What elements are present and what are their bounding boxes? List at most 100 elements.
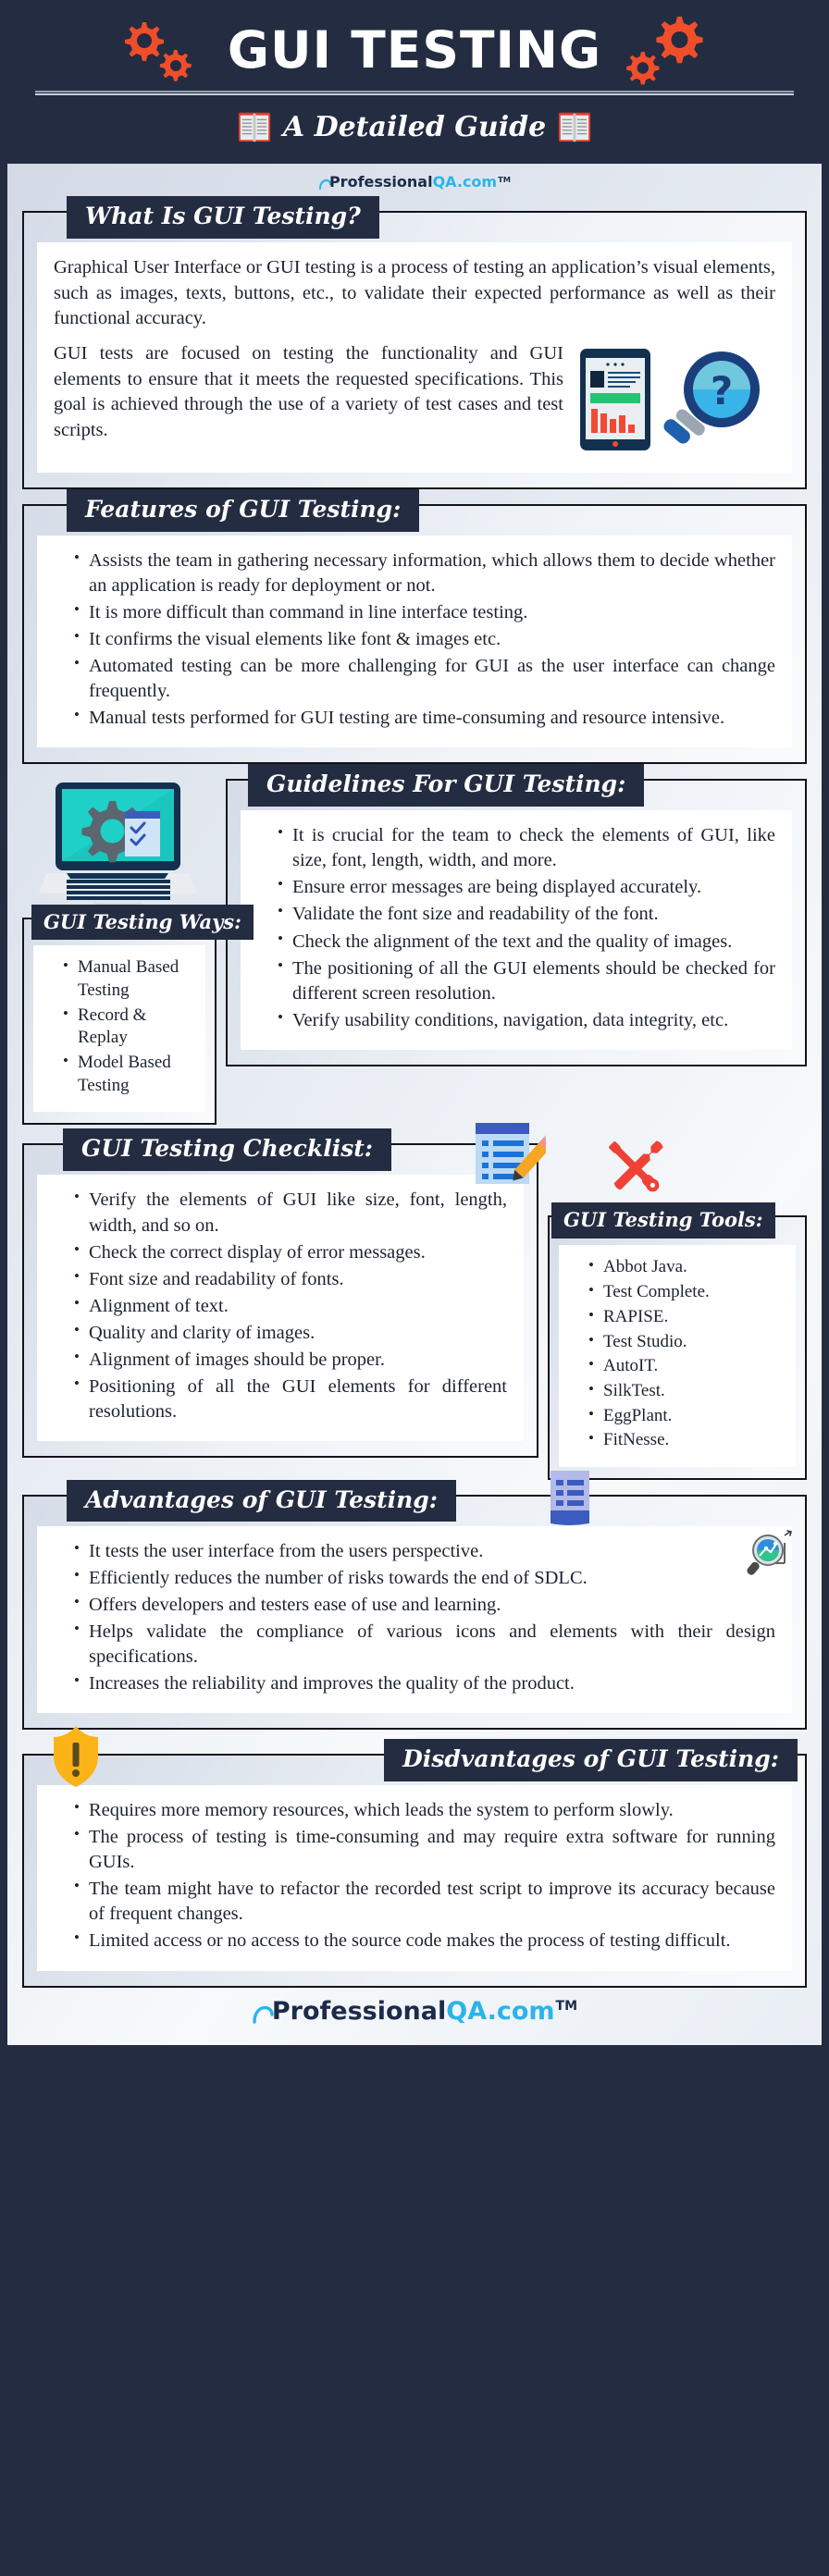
brand-name-dark: Professional bbox=[271, 1996, 447, 2026]
list-item: SilkTest. bbox=[588, 1379, 788, 1403]
tablet-analytics-icon: ? bbox=[580, 349, 760, 451]
section-content: Requires more memory resources, which le… bbox=[37, 1785, 792, 1971]
list-item: Test Studio. bbox=[588, 1330, 788, 1354]
section-frame: Abbot Java. Test Complete. RAPISE. Test … bbox=[548, 1215, 807, 1480]
list-item: Limited access or no access to the sourc… bbox=[74, 1928, 775, 1954]
section-frame: It tests the user interface from the use… bbox=[22, 1494, 807, 1731]
list-item: Quality and clarity of images. bbox=[74, 1320, 507, 1346]
what-is-illustrations: ? bbox=[576, 341, 775, 458]
list-item: Font size and readability of fonts. bbox=[74, 1266, 507, 1292]
svg-text:?: ? bbox=[711, 368, 733, 413]
list-item: Manual tests performed for GUI testing a… bbox=[74, 705, 775, 731]
section-frame: Graphical User Interface or GUI testing … bbox=[22, 211, 807, 490]
section-frame: Verify the elements of GUI like size, fo… bbox=[22, 1143, 538, 1458]
list-item: Alignment of text. bbox=[74, 1293, 507, 1319]
section-tools: GUI Testing Tools: Abbot Java. Test Comp… bbox=[548, 1140, 807, 1480]
list-item: RAPISE. bbox=[588, 1305, 788, 1329]
warning-shield-icon bbox=[52, 1724, 100, 1793]
list-item: Record & Replay bbox=[63, 1004, 198, 1050]
gears-left-decoration bbox=[107, 13, 218, 87]
magnifier-chart-icon bbox=[747, 1530, 792, 1575]
list-item: Validate the font size and readability o… bbox=[278, 901, 775, 927]
list-item: Abbot Java. bbox=[588, 1255, 788, 1279]
section-frame: It is crucial for the team to check the … bbox=[226, 779, 807, 1066]
what-is-flow: GUI tests are focused on testing the fun… bbox=[54, 341, 775, 458]
guidelines-list: It is crucial for the team to check the … bbox=[257, 822, 775, 1032]
list-item: Test Complete. bbox=[588, 1280, 788, 1304]
infographic-page: GUI TESTING A Detailed Guide Professiona… bbox=[0, 0, 829, 2576]
list-item: It is more difficult than command in lin… bbox=[74, 599, 775, 625]
section-advantages: Advantages of GUI Testing: It tests the … bbox=[22, 1470, 807, 1731]
subtitle-row: A Detailed Guide bbox=[0, 103, 829, 151]
advantages-list: It tests the user interface from the use… bbox=[54, 1538, 775, 1696]
gear-icon bbox=[124, 22, 192, 81]
clipboard-pencil-icon bbox=[476, 1123, 555, 1185]
gears-right-decoration bbox=[611, 13, 722, 87]
list-item: Increases the reliability and improves t… bbox=[74, 1670, 775, 1696]
section-content: Graphical User Interface or GUI testing … bbox=[37, 242, 792, 474]
document-list-icon bbox=[551, 1470, 589, 1525]
warning-shield-icon bbox=[54, 1726, 98, 1788]
document-list-icon bbox=[545, 1469, 595, 1531]
section-content: Manual Based Testing Record & Replay Mod… bbox=[33, 945, 205, 1113]
brand-name-cyan: QA.com bbox=[446, 1996, 555, 2026]
header: GUI TESTING A Detailed Guide bbox=[0, 0, 829, 164]
list-item: Assists the team in gathering necessary … bbox=[74, 548, 775, 598]
list-item: The team might have to refactor the reco… bbox=[74, 1876, 775, 1927]
section-title-features: Features of GUI Testing: bbox=[67, 489, 420, 532]
list-item: It is crucial for the team to check the … bbox=[278, 822, 775, 873]
list-item: The process of testing is time-consuming… bbox=[74, 1824, 775, 1875]
list-item: Requires more memory resources, which le… bbox=[74, 1797, 775, 1823]
row-checklist-tools: GUI Testing Checklist: Verify the elemen… bbox=[22, 1123, 807, 1480]
list-item: Check the correct display of error messa… bbox=[74, 1239, 507, 1265]
section-title-what-is: What Is GUI Testing? bbox=[67, 196, 379, 239]
section-content: Assists the team in gathering necessary … bbox=[37, 536, 792, 748]
section-features: Features of GUI Testing: Assists the tea… bbox=[22, 489, 807, 765]
section-content: It is crucial for the team to check the … bbox=[241, 810, 792, 1050]
list-item: The positioning of all the GUI elements … bbox=[278, 955, 775, 1006]
what-is-paragraph-1: Graphical User Interface or GUI testing … bbox=[54, 257, 775, 329]
brand-name-cyan: QA.com bbox=[432, 173, 498, 191]
section-title-ways: GUI Testing Ways: bbox=[31, 905, 254, 941]
checklist-list: Verify the elements of GUI like size, fo… bbox=[54, 1187, 507, 1424]
brand-logo-top: Professional QA.com TM bbox=[17, 171, 812, 196]
list-item: It confirms the visual elements like fon… bbox=[74, 626, 775, 652]
brand-name-dark: Professional bbox=[328, 173, 433, 191]
trademark-mark: TM bbox=[555, 1998, 578, 2014]
list-item: Model Based Testing bbox=[63, 1051, 198, 1097]
section-content: Abbot Java. Test Complete. RAPISE. Test … bbox=[559, 1245, 796, 1467]
what-is-paragraph-2: GUI tests are focused on testing the fun… bbox=[54, 343, 563, 441]
list-item: FitNesse. bbox=[588, 1428, 788, 1452]
ways-list: Manual Based Testing Record & Replay Mod… bbox=[43, 955, 198, 1097]
open-book-icon bbox=[559, 112, 591, 142]
list-item: Check the alignment of the text and the … bbox=[278, 929, 775, 955]
laptop-illustration bbox=[39, 781, 201, 915]
list-item: Positioning of all the GUI elements for … bbox=[74, 1374, 507, 1424]
features-list: Assists the team in gathering necessary … bbox=[54, 548, 775, 731]
section-title-disadvantages: Disdvantages of GUI Testing: bbox=[384, 1739, 798, 1781]
section-title-advantages: Advantages of GUI Testing: bbox=[67, 1479, 457, 1522]
trademark-mark: TM bbox=[498, 175, 512, 184]
section-disadvantages: Disdvantages of GUI Testing: Requires mo… bbox=[22, 1726, 807, 1988]
list-item: AutoIT. bbox=[588, 1354, 788, 1378]
list-item: It tests the user interface from the use… bbox=[74, 1538, 775, 1564]
gear-icon bbox=[626, 17, 703, 85]
section-frame: Requires more memory resources, which le… bbox=[22, 1754, 807, 1988]
row-ways-guidelines: GUI Testing Ways: Manual Based Testing R… bbox=[22, 764, 807, 1126]
page-title: GUI TESTING bbox=[227, 19, 602, 80]
list-item: Verify the elements of GUI like size, fo… bbox=[74, 1187, 507, 1238]
disadvantages-list: Requires more memory resources, which le… bbox=[54, 1797, 775, 1954]
magnifier-chart-icon bbox=[744, 1528, 796, 1583]
section-title-checklist: GUI Testing Checklist: bbox=[63, 1128, 392, 1171]
list-item: Helps validate the compliance of various… bbox=[74, 1619, 775, 1670]
section-content: It tests the user interface from the use… bbox=[37, 1525, 792, 1714]
list-item: Automated testing can be more challengin… bbox=[74, 653, 775, 704]
list-item: Efficiently reduces the number of risks … bbox=[74, 1565, 775, 1591]
section-checklist: GUI Testing Checklist: Verify the elemen… bbox=[22, 1123, 555, 1458]
tools-list: Abbot Java. Test Complete. RAPISE. Test … bbox=[568, 1255, 788, 1452]
section-title-guidelines: Guidelines For GUI Testing: bbox=[248, 764, 645, 807]
list-item: Offers developers and testers ease of us… bbox=[74, 1592, 775, 1618]
wrench-screwdriver-icon bbox=[609, 1140, 663, 1192]
brand-logo-footer: Professional QA.com TM bbox=[17, 1988, 812, 2032]
content-canvas: Professional QA.com TM What Is GUI Testing… bbox=[7, 164, 822, 2045]
